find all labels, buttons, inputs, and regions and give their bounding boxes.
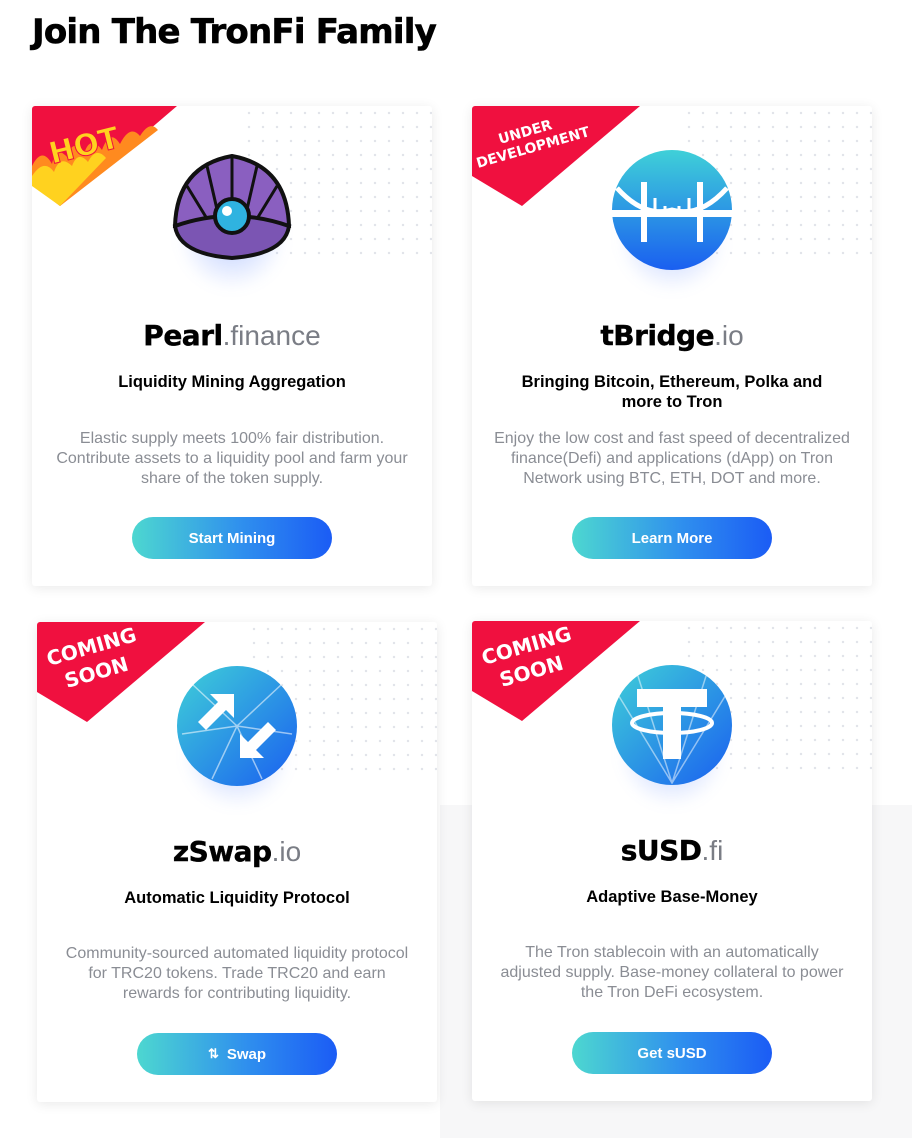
zswap-logo <box>172 664 302 809</box>
card-subtitle: Automatic Liquidity Protocol <box>124 889 350 907</box>
bridge-icon <box>611 150 733 270</box>
susd-logo <box>607 663 737 808</box>
card-zswap: COMING SOON zSwap.io Automatic Liquidity… <box>37 622 437 1102</box>
card-pearl: HOT Pearl.finance Liquidity Mining Aggre… <box>32 106 432 586</box>
swap-arrows-icon <box>177 666 297 786</box>
card-subtitle: Bringing Bitcoin, Ethereum, Polka and mo… <box>521 373 823 411</box>
card-description: Enjoy the low cost and fast speed of dec… <box>494 430 850 487</box>
tbridge-logo <box>607 148 737 293</box>
swap-button[interactable]: ⇅ Swap <box>137 1033 337 1075</box>
brand-name: tBridge.io <box>600 319 744 352</box>
page-title: Join The TronFi Family <box>32 12 437 53</box>
brand-name: Pearl.finance <box>143 319 321 352</box>
get-susd-button[interactable]: Get sUSD <box>572 1032 772 1074</box>
learn-more-button[interactable]: Learn More <box>572 517 772 559</box>
pearl-logo <box>167 146 297 291</box>
card-description: The Tron stablecoin with an automaticall… <box>500 944 844 1001</box>
card-susd: COMING SOON sUSD.fi Adaptive Base-Money … <box>472 621 872 1101</box>
tether-t-icon <box>612 665 732 785</box>
brand-name: sUSD.fi <box>620 834 724 867</box>
start-mining-button[interactable]: Start Mining <box>132 517 332 559</box>
brand-name: zSwap.io <box>172 835 302 868</box>
card-subtitle: Liquidity Mining Aggregation <box>118 373 346 391</box>
card-description: Community-sourced automated liquidity pr… <box>65 945 409 1002</box>
card-tbridge: UNDER DEVELOPMENT tBridge.io Bringing Bi… <box>472 106 872 586</box>
pearl-shell-icon <box>172 153 292 261</box>
card-subtitle: Adaptive Base-Money <box>586 888 758 906</box>
card-description: Elastic supply meets 100% fair distribut… <box>56 430 408 487</box>
swap-icon: ⇅ <box>207 1046 219 1061</box>
